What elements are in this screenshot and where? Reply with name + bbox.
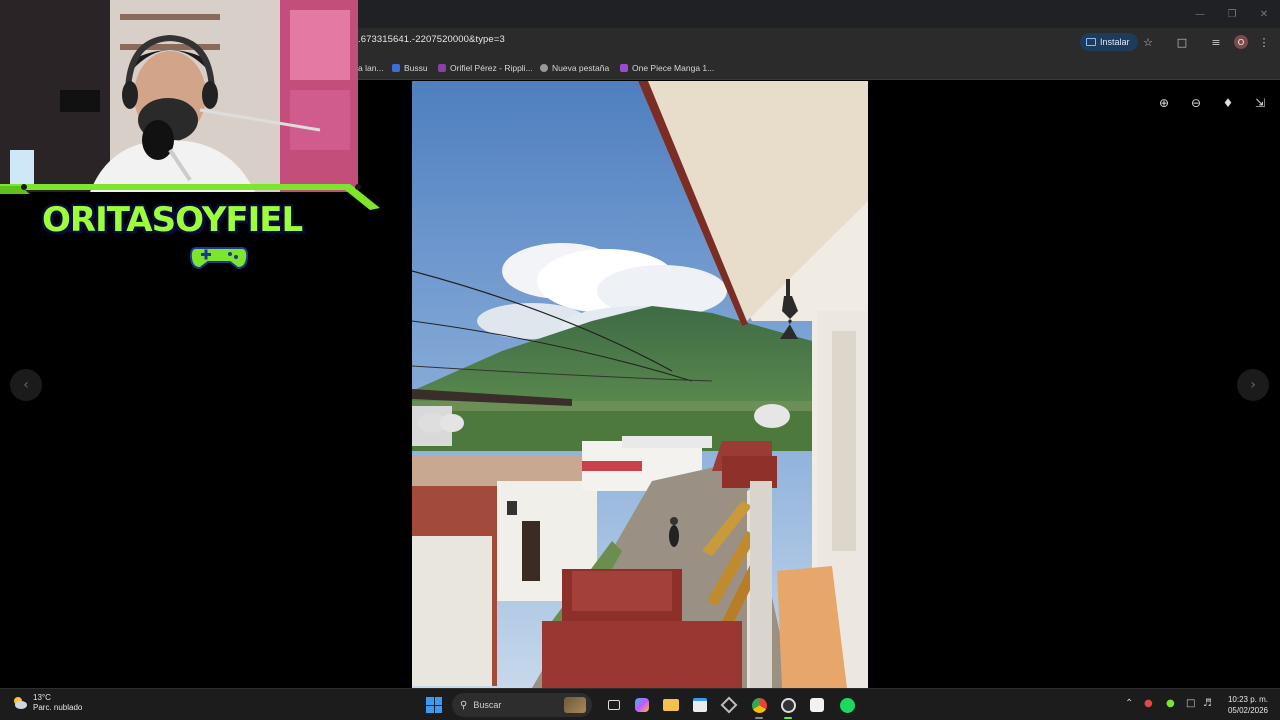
install-app-button[interactable]: Instalar <box>1080 33 1138 51</box>
media-control-icon[interactable]: ≡ <box>1208 34 1224 50</box>
clock-date: 05/02/2026 <box>1227 706 1268 715</box>
profile-avatar[interactable]: O <box>1234 35 1248 49</box>
screen: — ❐ ✕ .673315641.-2207520000&type=3 Inst… <box>0 0 1280 720</box>
next-photo-button[interactable]: › <box>1237 369 1269 401</box>
close-icon[interactable]: ✕ <box>1248 0 1280 28</box>
microsoft-store-icon[interactable] <box>690 695 710 715</box>
bookmark-label: a lan... <box>358 63 384 73</box>
bookmark-item-one-piece[interactable]: One Piece Manga 1... <box>620 62 714 74</box>
weather-widget[interactable]: 13°C Parc. nublado <box>12 693 82 713</box>
bookmark-item[interactable]: a lan... <box>358 62 384 74</box>
microphone-icon[interactable]: ● <box>1166 698 1175 709</box>
system-clock[interactable]: 10:23 p. m. 05/02/2026 <box>1228 694 1268 716</box>
chevron-left-icon: ‹ <box>23 377 29 393</box>
taskbar-search[interactable]: ⚲ Buscar <box>452 693 592 717</box>
headset-icon[interactable]: ● <box>1144 698 1153 709</box>
show-hidden-icons-icon[interactable]: ⌃ <box>1125 698 1133 709</box>
windows-taskbar: 13°C Parc. nublado ⚲ Buscar ⌃ ● ● □ ♬ 10… <box>0 688 1280 720</box>
menu-kebab-icon[interactable]: ⋮ <box>1256 34 1272 50</box>
zoom-out-icon[interactable]: ⊖ <box>1187 94 1205 112</box>
channel-logo-text: ORITASOYFIEL <box>42 200 303 240</box>
cloudy-weather-icon <box>14 697 27 709</box>
bookmark-item-bussu[interactable]: Bussu <box>392 62 428 74</box>
obs-icon[interactable] <box>778 695 798 719</box>
gamepad-icon <box>190 247 248 270</box>
start-button[interactable] <box>426 697 442 713</box>
volume-icon[interactable]: ♬ <box>1203 698 1212 709</box>
search-placeholder: Buscar <box>473 700 502 710</box>
copilot-icon[interactable] <box>632 695 652 715</box>
search-icon: ⚲ <box>460 699 468 711</box>
viewer-photo <box>412 81 868 688</box>
install-icon <box>1086 38 1096 46</box>
active-indicator <box>784 717 792 719</box>
bookmark-label: One Piece Manga 1... <box>632 63 715 73</box>
previous-photo-button[interactable]: ‹ <box>10 369 42 401</box>
bussu-icon <box>392 64 400 72</box>
chrome-icon[interactable] <box>749 695 769 719</box>
exit-fullscreen-icon[interactable]: ⇲ <box>1251 94 1269 112</box>
restore-icon[interactable]: ❐ <box>1216 0 1248 28</box>
bookmark-item-rippling[interactable]: Orifiel Pérez - Rippli... <box>438 62 533 74</box>
bookmark-star-icon[interactable]: ☆ <box>1140 34 1156 50</box>
webcam-overlay <box>0 0 358 192</box>
address-bar[interactable]: .673315641.-2207520000&type=3 <box>358 34 505 45</box>
spotify-icon[interactable] <box>837 695 857 715</box>
window-controls: — ❐ ✕ <box>1184 0 1280 28</box>
extensions-icon[interactable]: □ <box>1174 34 1190 50</box>
globe-icon <box>540 64 548 72</box>
task-view-icon[interactable] <box>604 695 624 715</box>
app-icon[interactable] <box>719 695 739 715</box>
tag-icon[interactable]: ♦ <box>1219 94 1237 112</box>
capcut-icon[interactable] <box>807 695 827 715</box>
bookmark-label: Orifiel Pérez - Rippli... <box>450 63 533 73</box>
clock-time: 10:23 p. m. <box>1227 695 1268 704</box>
rippling-icon <box>438 64 446 72</box>
weather-description: Parc. nublado <box>33 703 83 712</box>
manga-icon <box>620 64 628 72</box>
bookmark-label: Nueva pestaña <box>552 63 610 73</box>
minimize-icon[interactable]: — <box>1184 0 1216 28</box>
zoom-in-icon[interactable]: ⊕ <box>1155 94 1173 112</box>
active-indicator <box>755 717 763 719</box>
install-label: Instalar <box>1100 37 1130 47</box>
chevron-right-icon: › <box>1250 377 1256 393</box>
search-highlight-image <box>564 697 586 713</box>
bookmark-item-new-tab[interactable]: Nueva pestaña <box>540 62 609 74</box>
bookmark-label: Bussu <box>404 63 428 73</box>
weather-temperature: 13°C <box>33 693 51 702</box>
file-explorer-icon[interactable] <box>661 695 681 715</box>
network-icon[interactable]: □ <box>1186 698 1195 709</box>
